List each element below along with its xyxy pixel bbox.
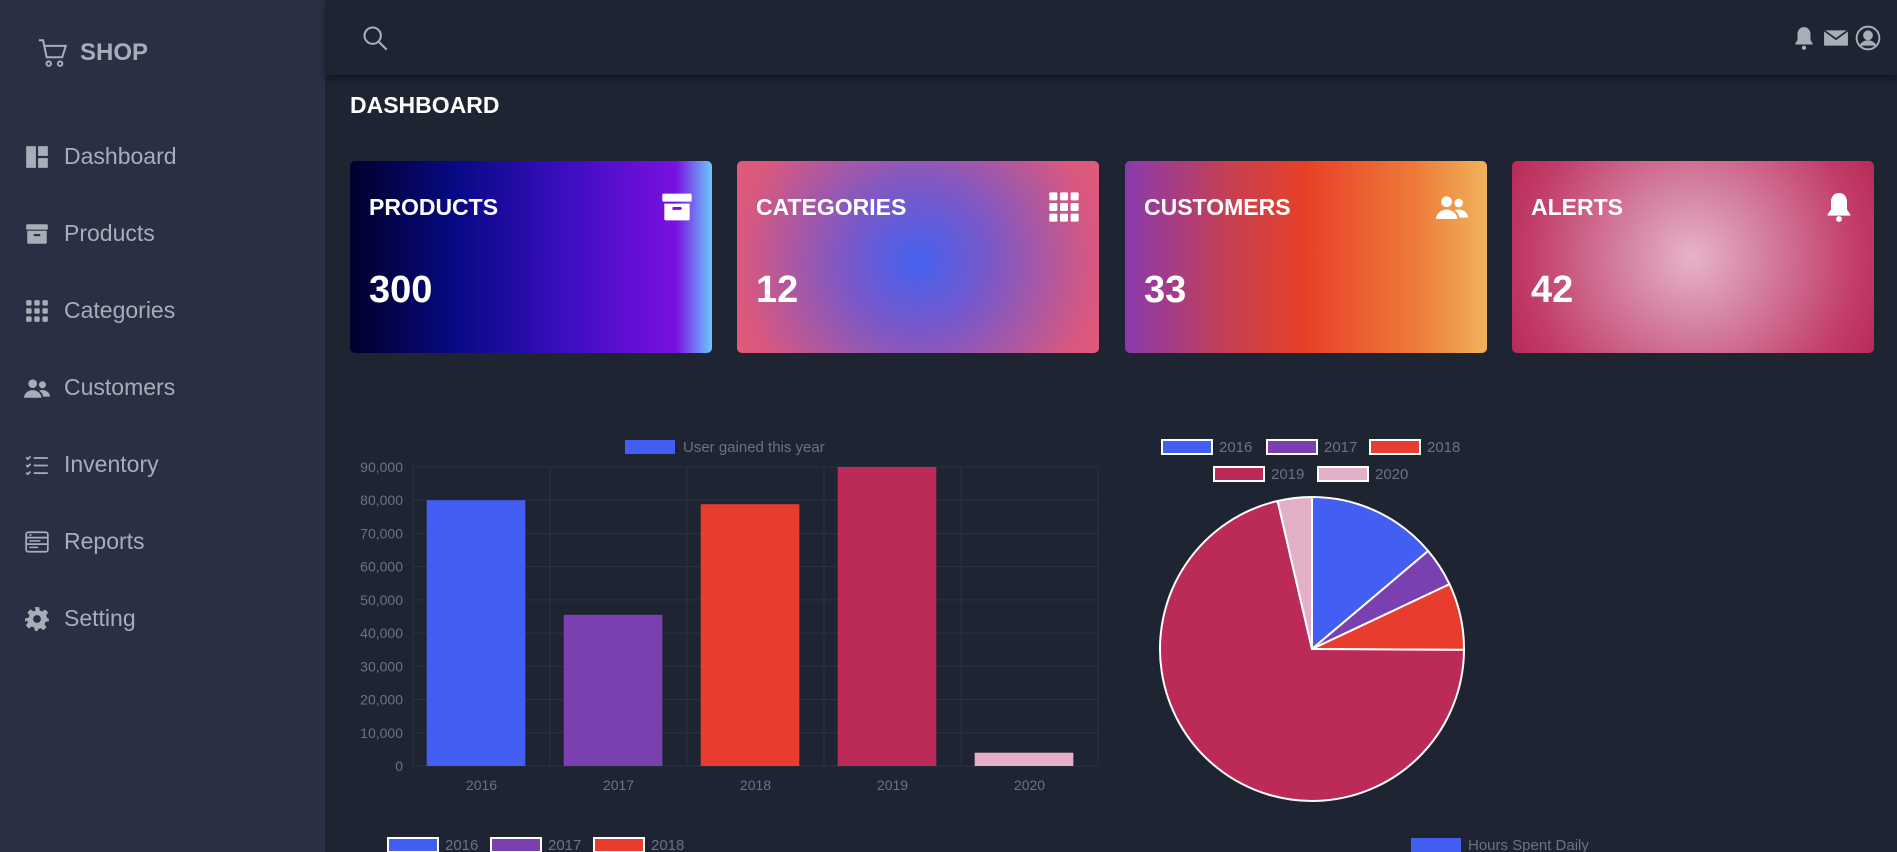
search-icon[interactable] (361, 24, 389, 52)
card-categories[interactable]: CATEGORIES 12 (737, 161, 1099, 353)
sidebar-item-setting[interactable]: Setting (0, 580, 325, 657)
legend-swatch (593, 837, 645, 852)
sidebar-item-inventory[interactable]: Inventory (0, 426, 325, 503)
people-icon (24, 378, 50, 398)
sidebar-item-label: Customers (64, 374, 176, 400)
sidebar: SHOP Dashboard Products Categories Custo… (0, 0, 325, 852)
people-icon (1436, 196, 1468, 219)
card-title: ALERTS (1531, 194, 1623, 220)
y-tick-label: 50,000 (360, 592, 403, 608)
card-value: 42 (1531, 269, 1574, 311)
sidebar-item-label: Dashboard (64, 143, 177, 169)
gear-icon (25, 606, 49, 631)
legend-swatch (490, 837, 542, 852)
card-customers[interactable]: CUSTOMERS 33 (1125, 161, 1487, 353)
legend-label: 2017 (1324, 439, 1357, 456)
legend-swatch (1161, 439, 1213, 455)
legend-swatch (1317, 466, 1369, 482)
mail-icon[interactable] (1823, 25, 1849, 51)
bar (563, 614, 663, 766)
y-tick-label: 90,000 (360, 459, 403, 475)
card-value: 12 (756, 269, 799, 311)
legend-swatch (625, 440, 675, 454)
bell-icon (1827, 193, 1851, 222)
pie-chart: 2016 2017 2018 2019 2020 (1159, 439, 1466, 802)
sidebar-item-customers[interactable]: Customers (0, 349, 325, 426)
legend-swatch (1411, 838, 1461, 852)
bottom-legends: 2016 2017 2018 Hours Spent Daily (387, 837, 1589, 852)
legend-label: 2017 (548, 837, 581, 852)
bar-chart: User gained this year 0 10,000 20,000 30,000… (360, 439, 1099, 793)
sidebar-item-label: Products (64, 220, 155, 246)
legend-label: 2018 (1427, 439, 1460, 456)
legend-label: 2018 (651, 837, 684, 852)
sidebar-item-categories[interactable]: Categories (0, 272, 325, 349)
card-alerts[interactable]: ALERTS 42 (1512, 161, 1874, 353)
bar (974, 752, 1074, 766)
legend-label: 2019 (1271, 466, 1304, 483)
brand[interactable]: SHOP (36, 36, 148, 70)
user-icon[interactable] (1855, 25, 1881, 51)
y-tick-label: 60,000 (360, 559, 403, 575)
legend-label: 2016 (1219, 439, 1252, 456)
y-tick-label: 70,000 (360, 525, 403, 541)
archive-icon (662, 193, 692, 221)
dashboard-icon (26, 145, 48, 168)
legend-label: 2016 (445, 837, 478, 852)
checklist-icon (25, 455, 48, 475)
bell-icon[interactable] (1791, 25, 1817, 51)
sidebar-item-reports[interactable]: Reports (0, 503, 325, 580)
x-tick-label: 2017 (603, 777, 634, 793)
x-tick-label: 2018 (740, 777, 771, 793)
y-tick-label: 30,000 (360, 658, 403, 674)
cart-icon (38, 39, 68, 67)
sidebar-item-label: Reports (64, 528, 145, 554)
bar (426, 500, 526, 766)
legend-swatch (1369, 439, 1421, 455)
sidebar-item-dashboard[interactable]: Dashboard (0, 118, 325, 195)
y-tick-label: 0 (395, 758, 403, 774)
archive-icon (26, 223, 48, 244)
legend-swatch (1213, 466, 1265, 482)
topbar-actions (1791, 25, 1881, 51)
legend-swatch (1266, 439, 1318, 455)
legend-swatch (387, 837, 439, 852)
legend-label: Hours Spent Daily (1468, 837, 1589, 852)
card-value: 300 (369, 269, 433, 311)
y-tick-label: 40,000 (360, 625, 403, 641)
topbar (325, 0, 1897, 75)
card-title: CATEGORIES (756, 194, 907, 220)
sidebar-item-label: Categories (64, 297, 176, 323)
card-title: PRODUCTS (369, 194, 499, 220)
legend-label: User gained this year (683, 439, 825, 456)
bar (837, 467, 937, 766)
sidebar-item-products[interactable]: Products (0, 195, 325, 272)
brand-name: SHOP (80, 39, 149, 66)
grid-icon (26, 299, 48, 322)
bar (700, 504, 800, 766)
y-tick-label: 10,000 (360, 725, 403, 741)
grid-icon (1049, 192, 1079, 222)
page-title: DASHBOARD (350, 92, 500, 118)
card-value: 33 (1144, 269, 1187, 311)
reports-icon (25, 530, 49, 553)
y-tick-label: 20,000 (360, 692, 403, 708)
x-tick-label: 2019 (877, 777, 908, 793)
legend-label: 2020 (1375, 466, 1408, 483)
y-tick-label: 80,000 (360, 492, 403, 508)
x-tick-label: 2020 (1014, 777, 1045, 793)
sidebar-nav: Dashboard Products Categories Customers … (0, 118, 325, 657)
sidebar-item-label: Setting (64, 605, 136, 631)
sidebar-item-label: Inventory (64, 451, 159, 477)
card-title: CUSTOMERS (1144, 194, 1291, 220)
x-tick-label: 2016 (466, 777, 497, 793)
card-products[interactable]: PRODUCTS 300 (350, 161, 712, 353)
